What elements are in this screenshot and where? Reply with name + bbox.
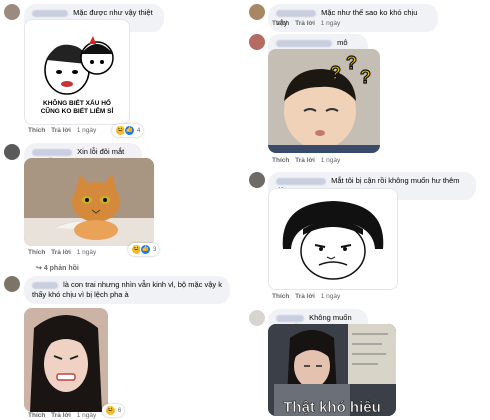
- like-icon: 👍: [124, 125, 135, 136]
- replies-count: 4 phản hồi: [43, 265, 79, 272]
- like-link[interactable]: Thích: [272, 293, 289, 300]
- reaction-summary[interactable]: 😆 👍 3: [128, 243, 160, 256]
- reply-link[interactable]: Trả lời: [51, 412, 71, 419]
- comment-actions: Thích Trả lời 1 ngày: [28, 249, 100, 256]
- question-mark: ?: [345, 52, 357, 73]
- avatar[interactable]: [4, 4, 20, 20]
- avatar[interactable]: [249, 4, 265, 20]
- meme-image[interactable]: KHÔNG BIẾT XẤU HỔ CŨNG KO BIẾT LIÊM SỈ: [24, 19, 130, 125]
- reaction-summary[interactable]: 😆 👍 4: [112, 124, 144, 137]
- reaction-count: 4: [137, 127, 141, 134]
- timestamp: 1 ngày: [76, 412, 97, 419]
- like-link[interactable]: Thích: [272, 157, 289, 164]
- girl-drawing: [24, 308, 108, 412]
- author-name-blurred[interactable]: [32, 281, 58, 289]
- like-icon: 👍: [140, 244, 151, 255]
- meme-caption-line1: KHÔNG BIẾT XẤU HỔ: [43, 100, 111, 107]
- comment-bubble: là con trai nhưng nhìn vẫn kinh vl, bộ m…: [24, 276, 230, 304]
- question-mark: ?: [359, 66, 371, 87]
- author-name-blurred[interactable]: [276, 314, 304, 322]
- reply-link[interactable]: Trả lời: [51, 249, 71, 256]
- avatar[interactable]: [249, 310, 265, 326]
- comment-actions: Thích Trả lời 1 ngày: [28, 127, 100, 134]
- like-link[interactable]: Thích: [28, 412, 45, 419]
- avatar[interactable]: [4, 144, 20, 160]
- meme-caption-line2: CŨNG KO BIẾT LIÊM SỈ: [40, 108, 114, 115]
- author-name-blurred[interactable]: [276, 39, 332, 47]
- reply-link[interactable]: Trả lời: [295, 157, 315, 164]
- reaction-summary[interactable]: 😆 6: [102, 404, 125, 417]
- reply-arrow-icon: ↪: [36, 265, 44, 272]
- timestamp: 1 ngày: [76, 127, 97, 134]
- like-link[interactable]: Thích: [28, 249, 45, 256]
- avatar[interactable]: [249, 172, 265, 188]
- like-link[interactable]: Thích: [272, 20, 289, 27]
- reply-link[interactable]: Trả lời: [51, 127, 71, 134]
- comment-text: là con trai nhưng nhìn vẫn kinh vl, bộ m…: [32, 280, 222, 299]
- author-name-blurred[interactable]: [276, 9, 316, 17]
- view-replies-link[interactable]: ↪ 4 phản hồi: [36, 264, 79, 272]
- meme-drawing: [282, 201, 384, 280]
- timestamp: 1 ngày: [320, 20, 341, 27]
- author-name-blurred[interactable]: [276, 177, 326, 185]
- reaction-count: 6: [118, 407, 122, 414]
- comment-actions: Thích Trả lời 1 ngày: [272, 293, 344, 300]
- comment-actions: Thích Trả lời 1 ngày: [272, 20, 344, 27]
- girl-image[interactable]: [24, 308, 108, 412]
- reply-link[interactable]: Trả lời: [295, 20, 315, 27]
- question-mark: ?: [329, 62, 341, 83]
- author-name-blurred[interactable]: [32, 148, 72, 156]
- boy-image[interactable]: ? ? ?: [268, 49, 380, 153]
- reply-link[interactable]: Trả lời: [295, 293, 315, 300]
- haha-icon: 😆: [105, 405, 116, 416]
- avatar[interactable]: [249, 34, 265, 50]
- comment-actions: Thích Trả lời 1 ngày: [28, 412, 100, 419]
- timestamp: 1 ngày: [320, 157, 341, 164]
- cat-image[interactable]: [24, 158, 154, 246]
- meme-image[interactable]: [268, 188, 398, 290]
- timestamp: 1 ngày: [76, 249, 97, 256]
- meme-caption: Thật khó hiểu: [283, 399, 381, 416]
- like-link[interactable]: Thích: [28, 127, 45, 134]
- boy-drawing: [268, 49, 380, 153]
- avatar[interactable]: [4, 276, 20, 292]
- comment-bubble: Mặc như thế sao ko khó chịu vậy: [268, 4, 438, 32]
- study-image[interactable]: Thật khó hiểu: [268, 324, 396, 416]
- author-name-blurred[interactable]: [32, 9, 68, 17]
- cat-drawing: [24, 158, 154, 246]
- timestamp: 1 ngày: [320, 293, 341, 300]
- reaction-count: 3: [153, 246, 157, 253]
- comment-actions: Thích Trả lời 1 ngày: [272, 157, 344, 164]
